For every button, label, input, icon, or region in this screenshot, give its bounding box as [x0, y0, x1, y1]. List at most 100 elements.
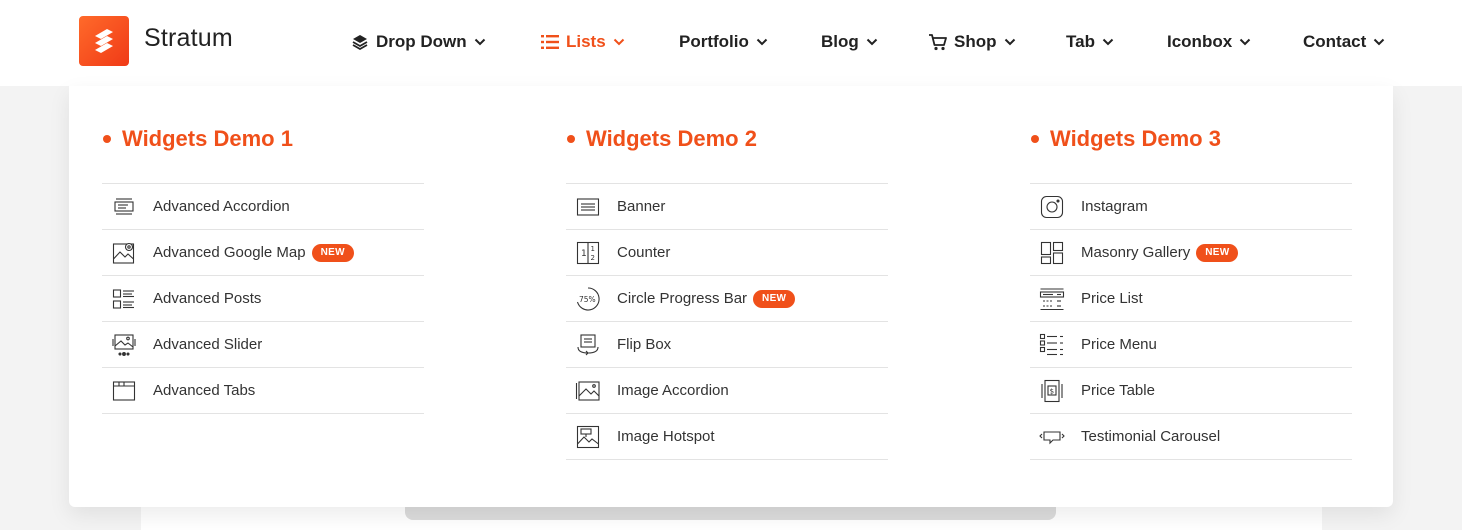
- menu-item-label: Flip Box: [617, 336, 672, 353]
- menu-item-label: Price Menu: [1081, 336, 1157, 353]
- menu-item-price-menu[interactable]: Price Menu: [1030, 322, 1352, 368]
- site-header: Stratum Drop Down Lists Portfolio Blog S…: [0, 0, 1462, 86]
- main-nav: Drop Down Lists Portfolio Blog Shop Tab …: [0, 0, 1462, 86]
- column-title-text: Widgets Demo 3: [1050, 126, 1221, 151]
- menu-item-flip-box[interactable]: Flip Box: [566, 322, 888, 368]
- nav-item-drop-down[interactable]: Drop Down: [351, 29, 486, 55]
- image-hotspot-icon: [575, 424, 601, 450]
- menu-item-advanced-tabs[interactable]: Advanced Tabs: [102, 368, 424, 414]
- menu-item-label: Counter: [617, 244, 671, 261]
- nav-label: Lists: [566, 32, 606, 51]
- price-list-icon: [1039, 286, 1065, 312]
- column-title: Widgets Demo 1: [102, 126, 293, 152]
- menu-item-label: Testimonial Carousel: [1081, 428, 1221, 445]
- tabs-icon: [111, 378, 137, 404]
- flip-box-icon: [575, 332, 601, 358]
- chevron-down-icon: [866, 38, 878, 46]
- nav-label: Shop: [954, 32, 997, 51]
- instagram-icon: [1039, 194, 1065, 220]
- menu-item-label: Image Hotspot: [617, 428, 715, 445]
- layers-icon: [352, 35, 368, 51]
- nav-label: Blog: [821, 32, 859, 51]
- menu-item-masonry-gallery[interactable]: Masonry Gallery NEW: [1030, 230, 1352, 276]
- menu-item-label: Banner: [617, 198, 666, 215]
- chevron-down-icon: [613, 38, 625, 46]
- nav-label: Tab: [1066, 32, 1095, 51]
- column-title-text: Widgets Demo 1: [122, 126, 293, 151]
- menu-item-label: Advanced Tabs: [153, 382, 256, 399]
- menu-item-label: Advanced Google Map: [153, 244, 306, 261]
- menu-item-circle-progress-bar[interactable]: 75% Circle Progress Bar NEW: [566, 276, 888, 322]
- menu-item-banner[interactable]: Banner: [566, 184, 888, 230]
- counter-icon: 1 1 2: [575, 240, 601, 266]
- menu-item-image-accordion[interactable]: Image Accordion: [566, 368, 888, 414]
- cart-icon: [929, 34, 947, 51]
- new-badge: NEW: [753, 289, 796, 308]
- list-icon: [541, 35, 559, 49]
- nav-item-portfolio[interactable]: Portfolio: [679, 29, 768, 55]
- slider-icon: [111, 332, 137, 358]
- nav-item-shop[interactable]: Shop: [928, 29, 1016, 55]
- nav-label: Portfolio: [679, 32, 749, 51]
- nav-item-blog[interactable]: Blog: [821, 29, 878, 55]
- svg-text:1: 1: [591, 245, 595, 253]
- menu-item-advanced-slider[interactable]: Advanced Slider: [102, 322, 424, 368]
- nav-item-iconbox[interactable]: Iconbox: [1167, 29, 1251, 55]
- menu-item-price-table[interactable]: $ Price Table: [1030, 368, 1352, 414]
- menu-item-testimonial-carousel[interactable]: Testimonial Carousel: [1030, 414, 1352, 460]
- price-menu-icon: [1039, 332, 1065, 358]
- bullet-dot: [103, 135, 111, 143]
- svg-text:$: $: [1050, 387, 1054, 395]
- menu-item-label: Advanced Accordion: [153, 198, 290, 215]
- image-accordion-icon: [575, 378, 601, 404]
- new-badge: NEW: [311, 243, 354, 262]
- chevron-down-icon: [474, 38, 486, 46]
- menu-item-label: Image Accordion: [617, 382, 729, 399]
- banner-icon: [575, 194, 601, 220]
- menu-item-image-hotspot[interactable]: Image Hotspot: [566, 414, 888, 460]
- masonry-gallery-icon: [1039, 240, 1065, 266]
- widget-list: Banner 1 1 2 Counter 75% Circle Progress…: [566, 183, 888, 460]
- chevron-down-icon: [1373, 38, 1385, 46]
- menu-item-label: Price List: [1081, 290, 1143, 307]
- nav-label: Contact: [1303, 32, 1367, 51]
- svg-text:2: 2: [591, 254, 595, 262]
- nav-item-lists[interactable]: Lists: [541, 29, 625, 55]
- menu-item-label: Price Table: [1081, 382, 1155, 399]
- posts-icon: [111, 286, 137, 312]
- widget-list: Instagram Masonry Gallery NEW Price List…: [1030, 183, 1352, 460]
- widget-list: Advanced Accordion Advanced Google Map N…: [102, 183, 424, 414]
- new-badge: NEW: [1196, 243, 1239, 262]
- chevron-down-icon: [1102, 38, 1114, 46]
- menu-item-advanced-posts[interactable]: Advanced Posts: [102, 276, 424, 322]
- price-table-icon: $: [1039, 378, 1065, 404]
- nav-label: Iconbox: [1167, 32, 1233, 51]
- menu-item-label: Circle Progress Bar: [617, 290, 748, 307]
- mega-menu-dropdown: Widgets Demo 1 Advanced Accordion Advanc…: [69, 86, 1393, 507]
- column-title: Widgets Demo 2: [566, 126, 757, 152]
- menu-item-advanced-accordion[interactable]: Advanced Accordion: [102, 184, 424, 230]
- column-title: Widgets Demo 3: [1030, 126, 1221, 152]
- testimonial-carousel-icon: [1039, 424, 1065, 450]
- circle-progress-icon: 75%: [575, 286, 601, 312]
- menu-item-label: Advanced Slider: [153, 336, 263, 353]
- nav-label: Drop Down: [376, 32, 467, 51]
- svg-text:75%: 75%: [579, 295, 596, 304]
- chevron-down-icon: [1004, 38, 1016, 46]
- map-icon: [111, 240, 137, 266]
- menu-item-label: Masonry Gallery: [1081, 244, 1191, 261]
- menu-item-label: Instagram: [1081, 198, 1148, 215]
- bullet-dot: [1031, 135, 1039, 143]
- chevron-down-icon: [1239, 38, 1251, 46]
- svg-text:1: 1: [581, 249, 587, 259]
- nav-item-contact[interactable]: Contact: [1303, 29, 1385, 55]
- chevron-down-icon: [756, 38, 768, 46]
- accordion-icon: [111, 194, 137, 220]
- menu-item-instagram[interactable]: Instagram: [1030, 184, 1352, 230]
- bullet-dot: [567, 135, 575, 143]
- menu-item-counter[interactable]: 1 1 2 Counter: [566, 230, 888, 276]
- menu-item-price-list[interactable]: Price List: [1030, 276, 1352, 322]
- menu-item-label: Advanced Posts: [153, 290, 262, 307]
- menu-item-advanced-google-map[interactable]: Advanced Google Map NEW: [102, 230, 424, 276]
- nav-item-tab[interactable]: Tab: [1066, 29, 1114, 55]
